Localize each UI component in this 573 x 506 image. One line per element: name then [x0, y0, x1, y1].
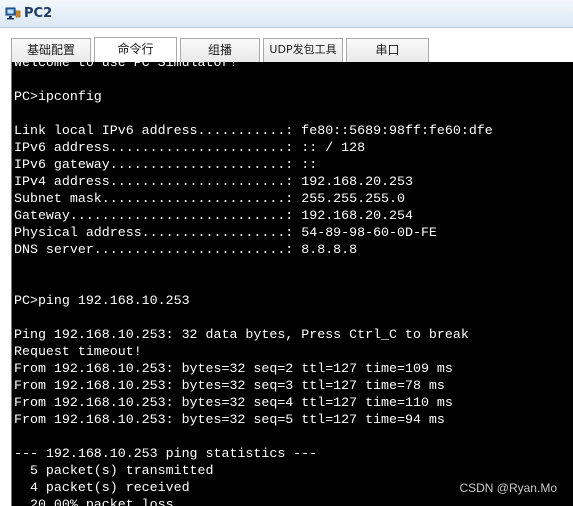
console-line: 4 packet(s) received: [14, 480, 190, 495]
console-line: IPv6 gateway......................: ::: [14, 157, 318, 172]
console-line: --- 192.168.10.253 ping statistics ---: [14, 446, 318, 461]
console-line: PC>ipconfig: [14, 89, 102, 104]
title-bar: PC2: [0, 0, 573, 28]
console-line: PC>ping 192.168.10.253: [14, 293, 190, 308]
pc-simulator-window: PC2 基础配置 命令行 组播 UDP发包工具 串口 Welcome to us…: [0, 0, 573, 506]
pc-simulator-icon: [5, 6, 21, 22]
console-line: From 192.168.10.253: bytes=32 seq=2 ttl=…: [14, 361, 453, 376]
watermark: CSDN @Ryan.Mo: [459, 481, 557, 495]
tab-serial-port[interactable]: 串口: [346, 38, 429, 62]
console-line: Request timeout!: [14, 344, 142, 359]
console-line: From 192.168.10.253: bytes=32 seq=5 ttl=…: [14, 412, 445, 427]
tab-strip: 基础配置 命令行 组播 UDP发包工具 串口: [0, 28, 573, 62]
console-line: Welcome to use PC Simulator!: [14, 62, 238, 70]
console-line: From 192.168.10.253: bytes=32 seq=3 ttl=…: [14, 378, 445, 393]
command-console[interactable]: Welcome to use PC Simulator! PC>ipconfig L…: [11, 62, 573, 506]
console-line: 20.00% packet loss: [14, 497, 174, 506]
console-line: IPv4 address......................: 192.…: [14, 174, 413, 189]
tab-multicast[interactable]: 组播: [180, 38, 260, 62]
console-line: Link local IPv6 address...........: fe80…: [14, 123, 493, 138]
window-title: PC2: [24, 6, 53, 21]
console-line: Subnet mask.......................: 255.…: [14, 191, 405, 206]
console-line: Gateway...........................: 192.…: [14, 208, 413, 223]
console-line: DNS server........................: 8.8.…: [14, 242, 358, 257]
console-output: Welcome to use PC Simulator! PC>ipconfig L…: [14, 62, 493, 506]
console-line: IPv6 address......................: :: /…: [14, 140, 366, 155]
tab-basic-config[interactable]: 基础配置: [11, 38, 91, 62]
tab-command-line[interactable]: 命令行: [94, 37, 177, 62]
console-line: From 192.168.10.253: bytes=32 seq=4 ttl=…: [14, 395, 453, 410]
console-line: 5 packet(s) transmitted: [14, 463, 214, 478]
tab-udp-packet-tool[interactable]: UDP发包工具: [263, 38, 343, 62]
console-line: Physical address..................: 54-8…: [14, 225, 437, 240]
console-line: Ping 192.168.10.253: 32 data bytes, Pres…: [14, 327, 469, 342]
